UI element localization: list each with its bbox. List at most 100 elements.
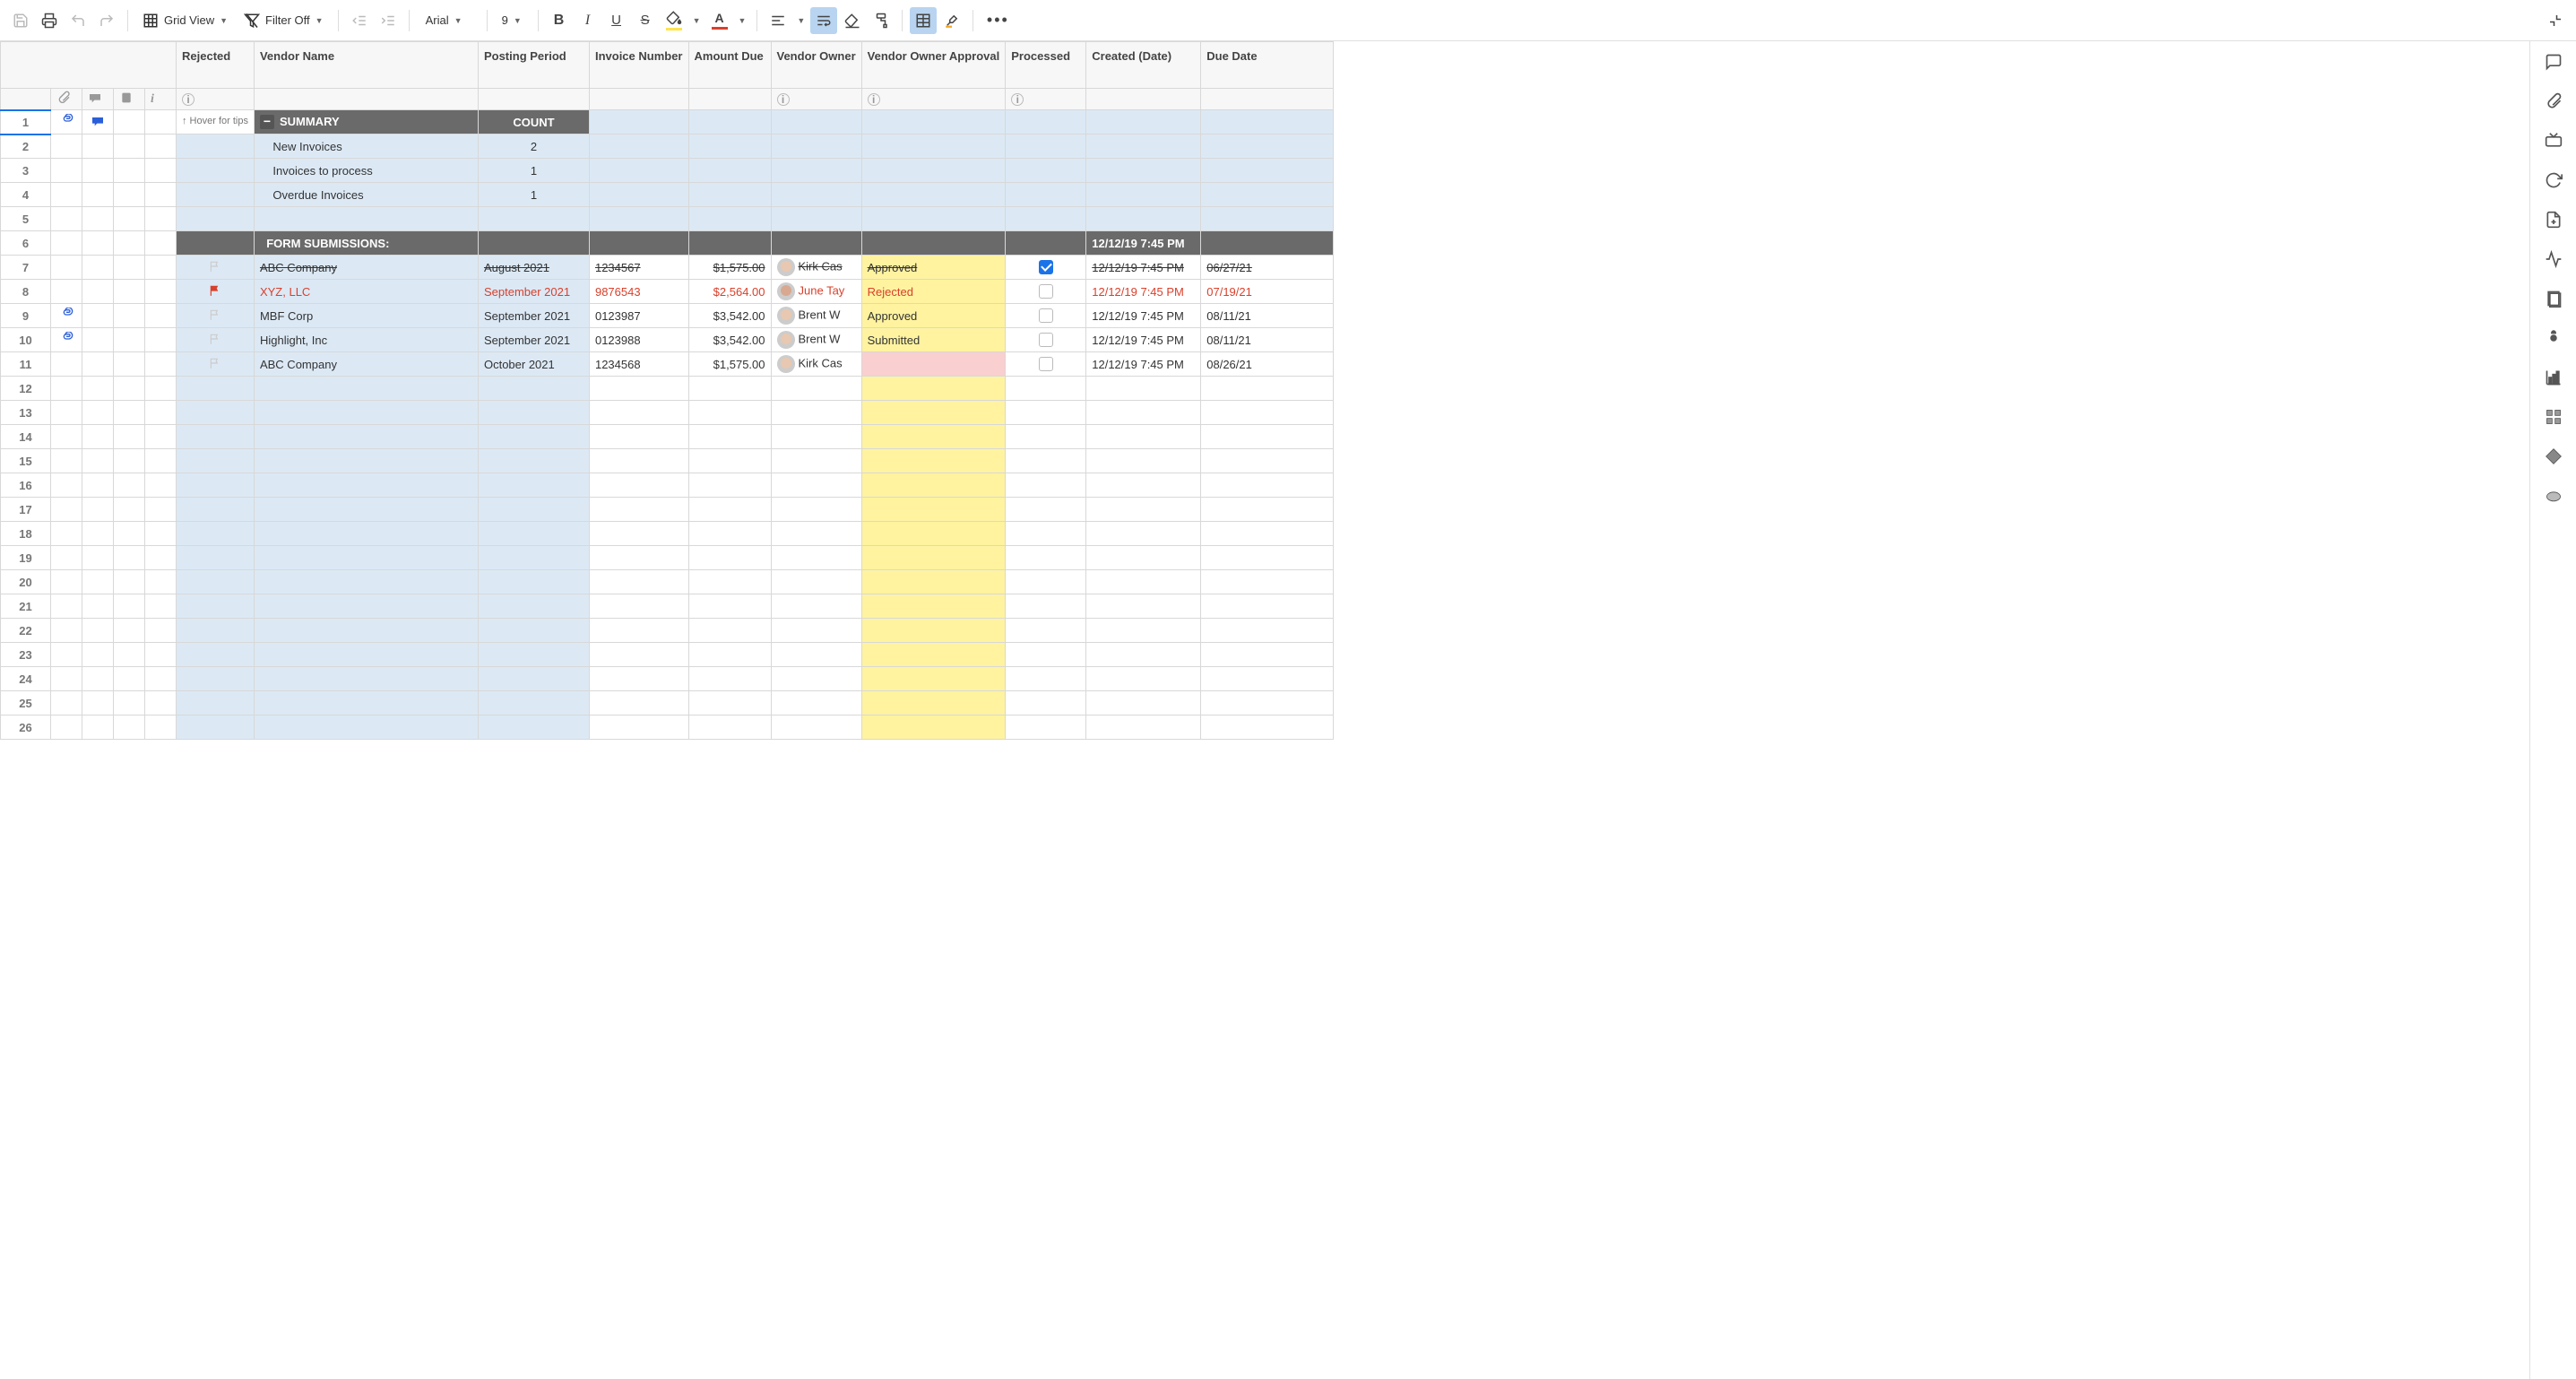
attachments-col-icon[interactable] [51,89,82,110]
flag-indicator[interactable] [177,352,255,377]
salesforce-icon[interactable] [2544,486,2563,506]
due-cell[interactable]: 07/19/21 [1201,280,1334,304]
font-selector[interactable]: Arial ▼ [417,7,480,34]
flag-indicator[interactable] [177,328,255,352]
row-number[interactable]: 17 [1,498,51,522]
row-number[interactable]: 2 [1,134,51,159]
row-number[interactable]: 8 [1,280,51,304]
underline-button[interactable]: U [603,7,630,34]
format-painter-button[interactable] [868,7,895,34]
created-cell[interactable]: 12/12/19 7:45 PM [1086,280,1201,304]
amount-cell[interactable]: $3,542.00 [688,304,771,328]
indent-button[interactable] [375,7,402,34]
jira-icon[interactable] [2544,447,2563,466]
caret-icon[interactable]: ▼ [689,16,705,25]
row-number[interactable]: 10 [1,328,51,352]
amount-cell[interactable]: $3,542.00 [688,328,771,352]
due-cell[interactable]: 08/11/21 [1201,304,1334,328]
period-cell[interactable]: September 2021 [478,304,589,328]
created-cell[interactable]: 12/12/19 7:45 PM [1086,256,1201,280]
clear-format-button[interactable] [839,7,866,34]
created-cell[interactable]: 12/12/19 7:45 PM [1086,352,1201,377]
proof-col-icon[interactable] [114,89,145,110]
invoice-cell[interactable]: 1234568 [589,352,688,377]
summary-count[interactable]: 1 [478,183,589,207]
row-number[interactable]: 20 [1,570,51,594]
proofs-icon[interactable] [2544,131,2563,151]
due-cell[interactable]: 06/27/21 [1201,256,1334,280]
row-number[interactable]: 24 [1,667,51,691]
caret-icon[interactable]: ▼ [735,16,750,25]
owner-cell[interactable]: Kirk Cas [771,352,861,377]
approval-cell[interactable] [861,352,1006,377]
owner-cell[interactable]: Kirk Cas [771,256,861,280]
sheet-area[interactable]: Rejected Vendor Name Posting Period Invo… [0,41,2529,1379]
update-requests-icon[interactable] [2544,170,2563,190]
processed-checkbox[interactable] [1006,328,1086,352]
row-number[interactable]: 6 [1,231,51,256]
col-vendor-owner-approval[interactable]: Vendor Owner Approval [861,42,1006,89]
info-icon[interactable]: i [868,93,880,106]
summary-item[interactable]: Invoices to process [254,159,478,183]
approval-cell[interactable]: Approved [861,256,1006,280]
highlight-button[interactable] [938,7,965,34]
col-amount-due[interactable]: Amount Due [688,42,771,89]
vendor-cell[interactable]: ABC Company [254,256,478,280]
vendor-cell[interactable]: ABC Company [254,352,478,377]
col-invoice-number[interactable]: Invoice Number [589,42,688,89]
row-number[interactable]: 22 [1,619,51,643]
info-icon[interactable]: i [777,93,790,106]
attachment-indicator[interactable] [51,110,82,134]
conversations-icon[interactable] [2544,52,2563,72]
info-icon[interactable]: i [182,93,194,106]
row-number[interactable]: 4 [1,183,51,207]
publish-icon[interactable] [2544,210,2563,230]
row-number[interactable]: 7 [1,256,51,280]
amount-cell[interactable]: $2,564.00 [688,280,771,304]
outdent-button[interactable] [346,7,373,34]
col-vendor-owner[interactable]: Vendor Owner [771,42,861,89]
invoice-cell[interactable]: 9876543 [589,280,688,304]
row-number[interactable]: 25 [1,691,51,716]
collapse-toolbar-button[interactable] [2542,7,2569,34]
row-number[interactable]: 15 [1,449,51,473]
flag-indicator[interactable] [177,304,255,328]
owner-cell[interactable]: June Tay [771,280,861,304]
apps-icon[interactable] [2544,407,2563,427]
save-button[interactable] [7,7,34,34]
caret-icon[interactable]: ▼ [793,16,808,25]
row-number[interactable]: 19 [1,546,51,570]
summary-header[interactable]: −SUMMARY [254,110,478,134]
filter-selector[interactable]: Filter Off ▼ [237,7,331,34]
comment-indicator[interactable] [82,110,114,134]
period-cell[interactable]: September 2021 [478,328,589,352]
row-number[interactable]: 3 [1,159,51,183]
info-icon[interactable]: i [1011,93,1024,106]
strikethrough-button[interactable]: S [632,7,659,34]
summary-icon[interactable] [2544,289,2563,308]
created-cell[interactable]: 12/12/19 7:45 PM [1086,304,1201,328]
row-number[interactable]: 5 [1,207,51,231]
summary-count[interactable]: 2 [478,134,589,159]
row-number[interactable]: 1 [1,110,51,134]
redo-button[interactable] [93,7,120,34]
amount-cell[interactable]: $1,575.00 [688,256,771,280]
due-cell[interactable]: 08/11/21 [1201,328,1334,352]
owner-cell[interactable]: Brent W [771,328,861,352]
amount-cell[interactable]: $1,575.00 [688,352,771,377]
row-number[interactable]: 11 [1,352,51,377]
processed-checkbox[interactable] [1006,304,1086,328]
flag-indicator[interactable] [177,280,255,304]
approval-cell[interactable]: Submitted [861,328,1006,352]
bold-button[interactable]: B [546,7,573,34]
processed-checkbox[interactable] [1006,352,1086,377]
invoice-cell[interactable]: 0123988 [589,328,688,352]
period-cell[interactable]: October 2021 [478,352,589,377]
col-due-date[interactable]: Due Date [1201,42,1334,89]
view-selector[interactable]: Grid View ▼ [135,7,235,34]
undo-button[interactable] [65,7,91,34]
row-number[interactable]: 26 [1,716,51,740]
comments-col-icon[interactable] [82,89,114,110]
row-number[interactable]: 23 [1,643,51,667]
print-button[interactable] [36,7,63,34]
